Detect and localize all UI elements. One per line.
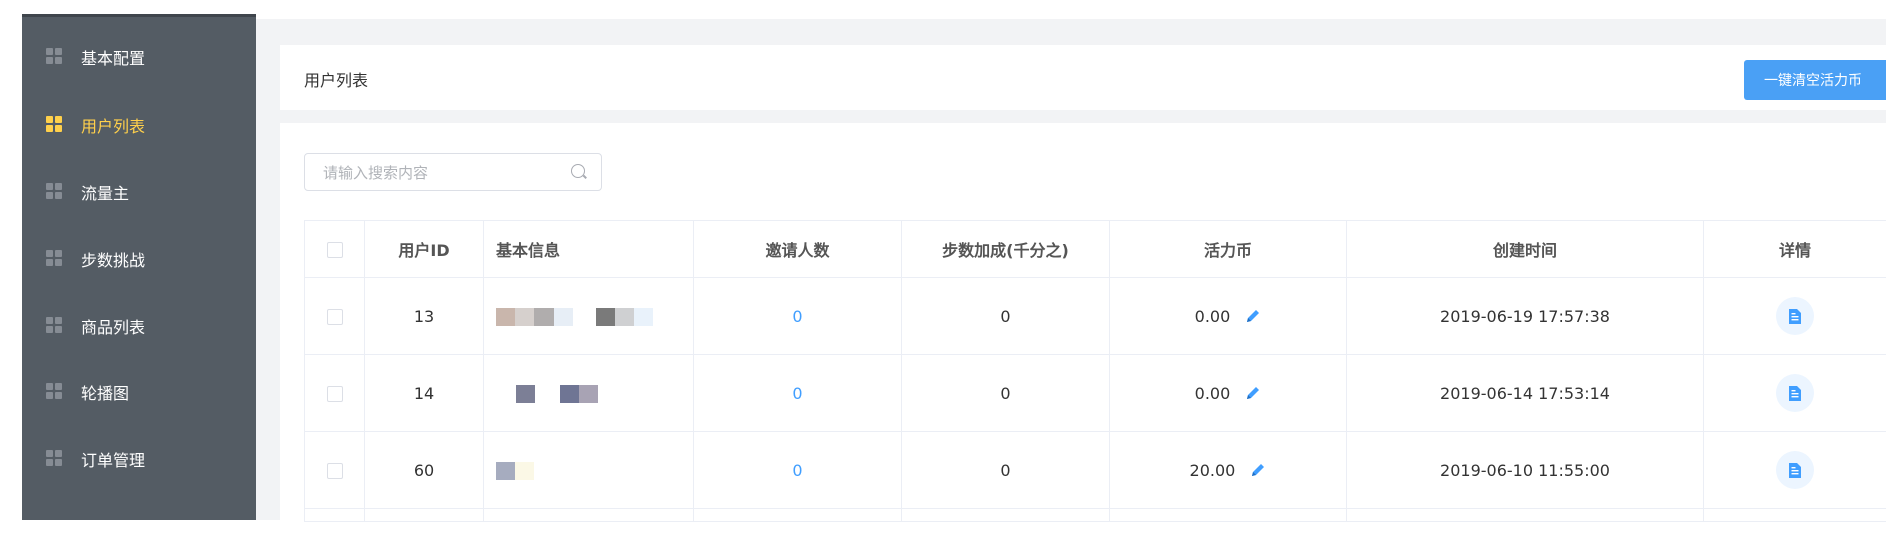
invites-link[interactable]: 0 bbox=[792, 461, 802, 480]
grid-icon bbox=[46, 116, 62, 132]
row-checkbox[interactable] bbox=[326, 309, 343, 325]
basic-info-cell bbox=[483, 277, 694, 355]
invites-cell: 0 bbox=[693, 431, 902, 509]
avatar bbox=[516, 384, 535, 404]
user-id-cell: 60 bbox=[364, 431, 484, 509]
created-time-cell: 2019-06-19 17:57:38 bbox=[1346, 277, 1704, 355]
coins-value: 20.00 bbox=[1189, 460, 1236, 480]
sidebar-item-product-list[interactable]: 商品列表 bbox=[22, 304, 256, 344]
sidebar-item-label: 步数挑战 bbox=[81, 251, 146, 270]
detail-cell bbox=[1703, 431, 1886, 509]
document-icon bbox=[1789, 462, 1801, 478]
avatar bbox=[496, 307, 573, 327]
column-header-basic-info[interactable]: 基本信息 bbox=[483, 220, 694, 278]
select-all-cell bbox=[304, 220, 365, 278]
pencil-icon[interactable] bbox=[1250, 462, 1266, 478]
table-row: 60 0 0 20.00 2019-06-10 11:55:00 bbox=[304, 431, 1886, 509]
user-id-cell: 13 bbox=[364, 277, 484, 355]
step-bonus-cell: 0 bbox=[901, 354, 1110, 432]
sidebar-item-user-list[interactable]: 用户列表 bbox=[22, 103, 256, 143]
sidebar-item-traffic-owner[interactable]: 流量主 bbox=[22, 170, 256, 210]
sidebar-item-order-management[interactable]: 订单管理 bbox=[22, 437, 256, 477]
grid-icon bbox=[46, 250, 62, 266]
step-bonus-cell: 0 bbox=[901, 277, 1110, 355]
column-header-step-bonus[interactable]: 步数加成(千分之) bbox=[901, 220, 1110, 278]
basic-info-cell bbox=[483, 431, 694, 509]
pencil-icon[interactable] bbox=[1245, 385, 1261, 401]
page-header: 用户列表 一键清空活力币 bbox=[280, 45, 1886, 110]
clear-coins-button[interactable]: 一键清空活力币 bbox=[1744, 60, 1886, 100]
created-time-cell: 2019-06-14 17:53:14 bbox=[1346, 354, 1704, 432]
created-time-cell: 2019-06-10 11:55:00 bbox=[1346, 431, 1704, 509]
column-header-details[interactable]: 详情 bbox=[1703, 220, 1886, 278]
sidebar-item-label: 商品列表 bbox=[81, 318, 146, 337]
column-header-coins[interactable]: 活力币 bbox=[1109, 220, 1347, 278]
sidebar-item-label: 订单管理 bbox=[81, 451, 146, 470]
column-header-invites[interactable]: 邀请人数 bbox=[693, 220, 902, 278]
sidebar-item-label: 轮播图 bbox=[81, 384, 130, 403]
table-row-partial bbox=[304, 508, 1886, 522]
grid-icon bbox=[46, 183, 62, 199]
content-panel: 用户ID 基本信息 邀请人数 步数加成(千分之) 活力币 创建时间 详情 13 bbox=[280, 123, 1886, 522]
coins-value: 0.00 bbox=[1194, 306, 1231, 326]
coins-cell: 20.00 bbox=[1109, 431, 1347, 509]
grid-icon bbox=[46, 48, 62, 64]
detail-cell bbox=[1703, 354, 1886, 432]
column-header-created[interactable]: 创建时间 bbox=[1346, 220, 1704, 278]
basic-info-cell bbox=[483, 354, 694, 432]
step-bonus-cell: 0 bbox=[901, 431, 1110, 509]
sidebar-item-label: 基本配置 bbox=[81, 49, 146, 68]
coins-value: 0.00 bbox=[1194, 383, 1231, 403]
invites-cell: 0 bbox=[693, 354, 902, 432]
search-box bbox=[304, 153, 602, 192]
grid-icon bbox=[46, 450, 62, 466]
page-title: 用户列表 bbox=[304, 71, 369, 90]
sidebar-item-carousel[interactable]: 轮播图 bbox=[22, 370, 256, 410]
select-all-checkbox[interactable] bbox=[326, 242, 343, 258]
detail-button[interactable] bbox=[1776, 451, 1814, 489]
coins-cell: 0.00 bbox=[1109, 277, 1347, 355]
user-id-cell: 14 bbox=[364, 354, 484, 432]
sidebar-item-basic-config[interactable]: 基本配置 bbox=[22, 35, 256, 75]
sidebar-item-label: 用户列表 bbox=[81, 117, 146, 136]
detail-button[interactable] bbox=[1776, 297, 1814, 335]
search-icon[interactable] bbox=[571, 164, 585, 178]
row-checkbox[interactable] bbox=[326, 386, 343, 402]
detail-cell bbox=[1703, 277, 1886, 355]
table-row: 13 0 0 0.00 2019-06-19 17:57:38 bbox=[304, 277, 1886, 355]
row-select-cell bbox=[304, 431, 365, 509]
table-row: 14 0 0 0.00 2019-06-14 17:53:14 bbox=[304, 354, 1886, 432]
pencil-icon[interactable] bbox=[1245, 308, 1261, 324]
row-select-cell bbox=[304, 277, 365, 355]
user-table: 用户ID 基本信息 邀请人数 步数加成(千分之) 活力币 创建时间 详情 13 bbox=[304, 220, 1886, 522]
sidebar-item-label: 流量主 bbox=[81, 184, 130, 203]
document-icon bbox=[1789, 308, 1801, 324]
sidebar-item-step-challenge[interactable]: 步数挑战 bbox=[22, 237, 256, 277]
row-checkbox[interactable] bbox=[326, 463, 343, 479]
grid-icon bbox=[46, 383, 62, 399]
table-header-row: 用户ID 基本信息 邀请人数 步数加成(千分之) 活力币 创建时间 详情 bbox=[304, 220, 1886, 278]
nickname-blurred bbox=[596, 307, 654, 327]
nickname-blurred bbox=[560, 384, 599, 404]
row-select-cell bbox=[304, 354, 365, 432]
search-input[interactable] bbox=[305, 154, 565, 192]
sidebar: 基本配置 用户列表 流量主 步数挑战 商品列表 轮播图 订单管理 bbox=[22, 14, 256, 520]
invites-cell: 0 bbox=[693, 277, 902, 355]
avatar bbox=[496, 461, 534, 481]
column-header-user-id[interactable]: 用户ID bbox=[364, 220, 484, 278]
document-icon bbox=[1789, 385, 1801, 401]
invites-link[interactable]: 0 bbox=[792, 307, 802, 326]
grid-icon bbox=[46, 317, 62, 333]
invites-link[interactable]: 0 bbox=[792, 384, 802, 403]
coins-cell: 0.00 bbox=[1109, 354, 1347, 432]
detail-button[interactable] bbox=[1776, 374, 1814, 412]
